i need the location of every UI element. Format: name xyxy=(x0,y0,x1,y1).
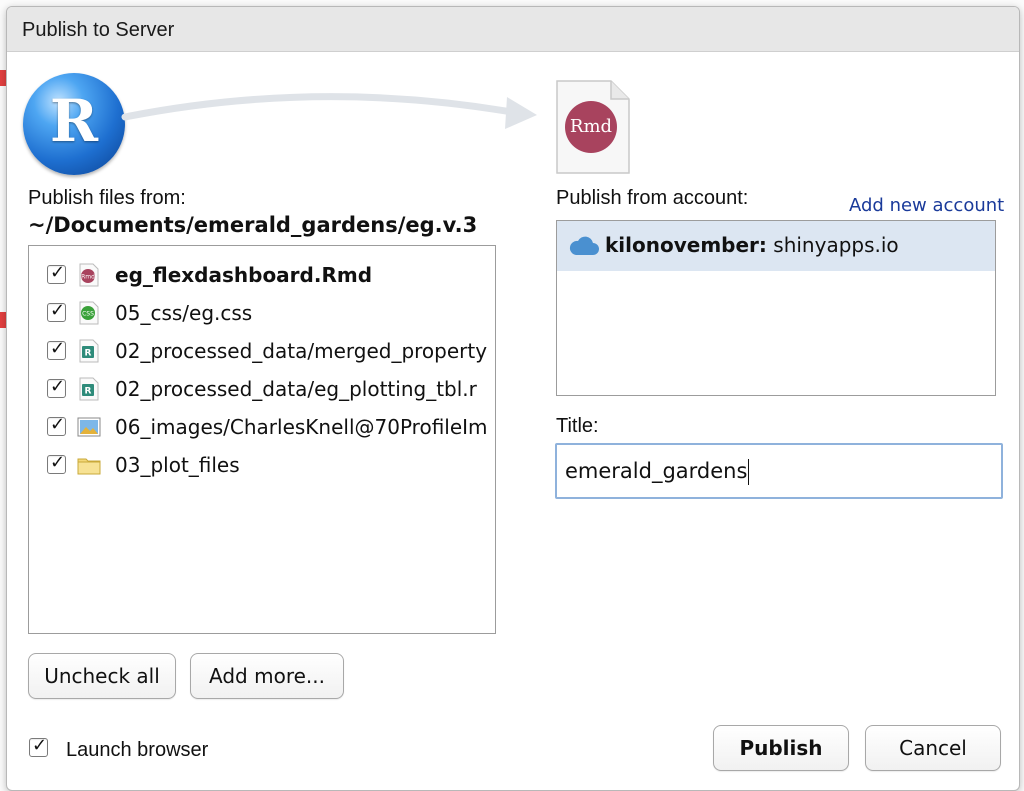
account-server: shinyapps.io xyxy=(773,233,899,257)
svg-text:R: R xyxy=(85,349,92,359)
dialog-title: Publish to Server xyxy=(22,19,175,41)
cancel-button[interactable]: Cancel xyxy=(865,725,1001,771)
file-name: 02_processed_data/eg_plotting_tbl.r xyxy=(115,377,477,401)
file-checkbox[interactable]: ✓ xyxy=(47,376,66,398)
account-list-item[interactable]: kilonovember: shinyapps.io xyxy=(557,221,995,271)
file-name: 06_images/CharlesKnell@70ProfileIm xyxy=(115,415,488,439)
image-file-icon xyxy=(77,417,101,437)
files-path: ~/Documents/emerald_gardens/eg.v.3 xyxy=(28,213,478,237)
file-list-item[interactable]: ✓ Rmd eg_flexdashboard.Rmd xyxy=(29,260,495,290)
checkmark-icon: ✓ xyxy=(50,452,66,472)
title-input[interactable]: emerald_gardens xyxy=(555,443,1003,499)
file-list-item[interactable]: ✓ CSS 05_css/eg.css xyxy=(29,298,495,328)
file-checkbox[interactable]: ✓ xyxy=(47,300,66,322)
file-checkbox[interactable]: ✓ xyxy=(47,414,66,436)
file-list-item[interactable]: ✓ R 02_processed_data/eg_plotting_tbl.r xyxy=(29,374,495,404)
file-checkbox[interactable]: ✓ xyxy=(47,262,66,284)
add-new-account-link[interactable]: Add new account xyxy=(849,195,1004,216)
r-logo-letter: R xyxy=(49,87,99,155)
file-list: ✓ Rmd eg_flexdashboard.Rmd ✓ CSS 05_css/… xyxy=(28,245,496,634)
publish-button[interactable]: Publish xyxy=(713,725,849,771)
css-file-icon: CSS xyxy=(79,301,99,325)
title-input-value: emerald_gardens xyxy=(565,459,748,483)
file-checkbox[interactable]: ✓ xyxy=(47,338,66,360)
account-label: kilonovember: shinyapps.io xyxy=(605,233,899,257)
title-label: Title: xyxy=(556,415,599,437)
file-checkbox[interactable]: ✓ xyxy=(47,452,66,474)
r-data-file-icon: R xyxy=(79,339,99,363)
file-name: 02_processed_data/merged_property xyxy=(115,339,488,363)
account-list: kilonovember: shinyapps.io xyxy=(556,220,996,396)
svg-text:CSS: CSS xyxy=(82,310,94,317)
checkmark-icon: ✓ xyxy=(50,376,66,396)
add-more-button[interactable]: Add more... xyxy=(190,653,344,699)
file-name: 05_css/eg.css xyxy=(115,301,253,325)
folder-icon xyxy=(77,458,101,475)
checkmark-icon: ✓ xyxy=(32,735,48,755)
text-caret xyxy=(748,459,750,485)
file-list-item[interactable]: ✓ 06_images/CharlesKnell@70ProfileIm xyxy=(29,412,495,442)
svg-text:R: R xyxy=(85,387,92,397)
dialog-titlebar: Publish to Server xyxy=(7,7,1019,52)
publish-arrow-icon xyxy=(121,93,537,129)
account-name: kilonovember: xyxy=(605,233,767,257)
r-logo-icon: R xyxy=(23,73,125,175)
rmd-badge: Rmd xyxy=(565,101,617,153)
files-heading: Publish files from: xyxy=(28,187,186,209)
rmd-file-icon: Rmd xyxy=(79,263,99,287)
account-heading: Publish from account: xyxy=(556,187,749,209)
uncheck-all-button[interactable]: Uncheck all xyxy=(28,653,176,699)
svg-text:Rmd: Rmd xyxy=(81,274,95,281)
r-data-file-icon: R xyxy=(79,377,99,401)
launch-browser-checkbox[interactable]: ✓ xyxy=(29,735,48,757)
rmd-document-icon: Rmd xyxy=(555,79,631,175)
cloud-icon xyxy=(569,236,599,255)
checkmark-icon: ✓ xyxy=(50,300,66,320)
checkmark-icon: ✓ xyxy=(50,414,66,434)
publish-dialog: Publish to Server R Rmd Publish files fr… xyxy=(6,6,1020,791)
file-list-item[interactable]: ✓ 03_plot_files xyxy=(29,450,495,480)
file-list-item[interactable]: ✓ R 02_processed_data/merged_property xyxy=(29,336,495,366)
checkmark-icon: ✓ xyxy=(50,338,66,358)
file-name: eg_flexdashboard.Rmd xyxy=(115,263,373,287)
checkmark-icon: ✓ xyxy=(50,262,66,282)
file-name: 03_plot_files xyxy=(115,453,240,477)
launch-browser-label: Launch browser xyxy=(66,739,209,761)
